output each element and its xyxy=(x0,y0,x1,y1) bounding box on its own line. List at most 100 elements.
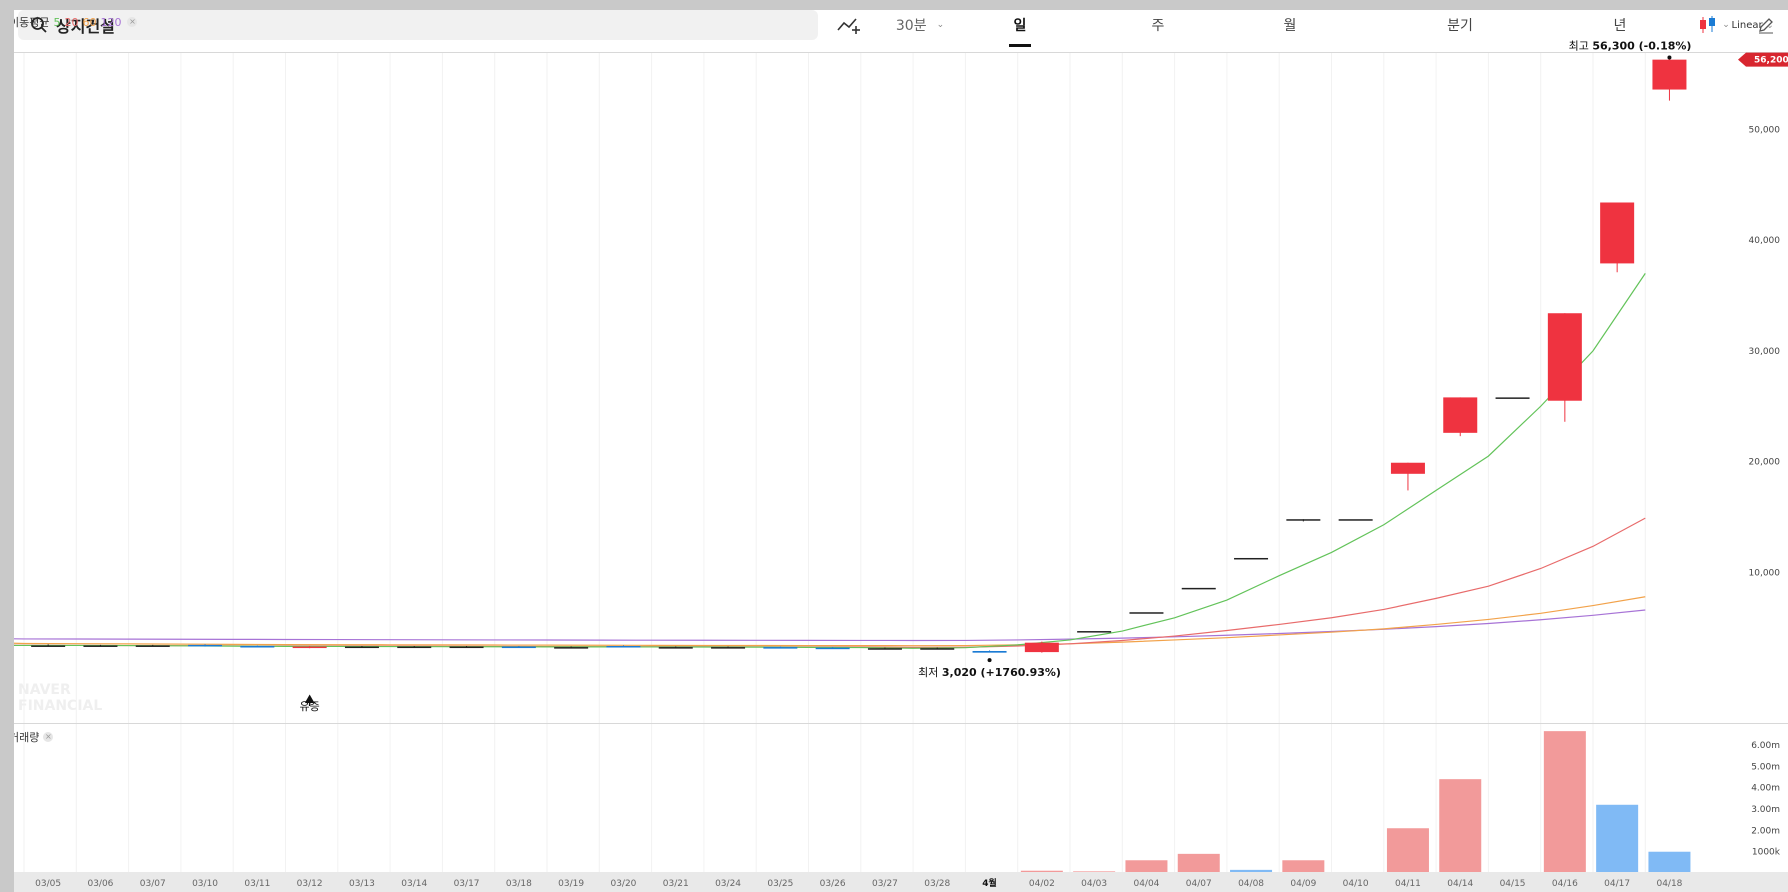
date-tick-label: 04/04 xyxy=(1133,879,1159,889)
date-axis: 03/05 03/06 03/07 03/10 03/11 03/12 03/13 03/14… xyxy=(14,872,1788,892)
watermark-naver: NAVER xyxy=(18,682,71,698)
candle-body xyxy=(1547,313,1582,401)
volume-legend[interactable]: 거래량 × xyxy=(14,729,54,745)
date-tick-label: 03/20 xyxy=(610,879,636,889)
date-tick-label: 03/18 xyxy=(506,879,532,889)
date-tick-label: 04/17 xyxy=(1604,879,1630,889)
volume-bar xyxy=(1073,871,1116,872)
volume-tick-label: 6.00m xyxy=(1751,741,1780,751)
candle-body xyxy=(606,646,641,648)
date-tick-label: 03/13 xyxy=(349,879,375,889)
volume-tick-label: 4.00m xyxy=(1751,784,1780,794)
candle-body xyxy=(1600,202,1635,264)
candle-body xyxy=(188,644,223,647)
date-tick-label: 04/18 xyxy=(1656,879,1682,889)
volume-bar xyxy=(1020,870,1063,872)
high-value: 56,300 (-0.18%) xyxy=(1592,40,1691,53)
ma5-line xyxy=(14,273,1646,649)
date-tick-label: 04/11 xyxy=(1395,879,1421,889)
volume-bar xyxy=(1386,828,1429,872)
date-tick-label: 03/07 xyxy=(140,879,166,889)
date-tick-label: 04/14 xyxy=(1447,879,1473,889)
window-frame: 상지건설 30분 ⌄ 일 주 월 분기 년 ⌄ 이동평균 5 20 60 120… xyxy=(0,0,1788,892)
candle-body xyxy=(397,646,432,649)
candle-body xyxy=(449,646,484,649)
price-tick-label: 20,000 xyxy=(1749,458,1781,468)
price-tick-label: 30,000 xyxy=(1749,347,1781,357)
date-tick-label: 03/11 xyxy=(244,879,270,889)
date-tick-label: 03/19 xyxy=(558,879,584,889)
candle-body xyxy=(815,647,850,650)
candle-body xyxy=(1077,631,1112,633)
candle-body xyxy=(292,646,327,649)
date-tick-label: 03/10 xyxy=(192,879,218,889)
date-tick-label: 03/27 xyxy=(872,879,898,889)
volume-bar xyxy=(1543,731,1586,872)
candle-body xyxy=(1390,462,1425,474)
candle-body xyxy=(1129,612,1164,614)
volume-bar xyxy=(1648,851,1691,872)
volume-bar xyxy=(1125,860,1168,872)
low-label: 최저 xyxy=(918,666,938,679)
volume-tick-label: 3.00m xyxy=(1751,805,1780,815)
date-tick-label: 03/12 xyxy=(297,879,323,889)
grid-lines xyxy=(23,53,1646,872)
moving-average-lines xyxy=(14,273,1646,649)
candle-body xyxy=(867,648,902,650)
candles xyxy=(31,58,1687,653)
ma60-line xyxy=(14,596,1646,647)
candle-body xyxy=(135,645,170,647)
ma120-line xyxy=(14,609,1646,642)
price-chart[interactable]: 50,000 40,000 30,000 20,000 10,000 6.00m 5.00… xyxy=(14,10,1788,892)
watermark-financial: FINANCIAL xyxy=(18,698,102,714)
volume-bar xyxy=(1439,779,1482,872)
candle-body xyxy=(344,646,379,649)
candle-body xyxy=(658,647,693,649)
date-tick-label: 04/15 xyxy=(1500,879,1526,889)
candle-body xyxy=(1286,519,1321,521)
candle-body xyxy=(1024,642,1059,653)
current-price-value: 56,200 xyxy=(1754,56,1788,66)
volume-tick-label: 5.00m xyxy=(1751,762,1780,772)
date-tick-label: 04/02 xyxy=(1029,879,1055,889)
volume-label: 거래량 xyxy=(14,731,40,744)
candle-body xyxy=(763,647,798,649)
date-tick-label: 03/05 xyxy=(35,879,61,889)
pane-divider[interactable] xyxy=(14,723,1788,724)
date-tick-label: 04/03 xyxy=(1081,879,1107,889)
annotations: NAVER FINANCIAL 최고 56,300 (-0.18%) 최저 3,… xyxy=(18,40,1788,714)
date-tick-label: 04/16 xyxy=(1552,879,1578,889)
volume-bar xyxy=(1596,804,1639,872)
candle-body xyxy=(1652,59,1687,90)
stock-chart-app: 상지건설 30분 ⌄ 일 주 월 분기 년 ⌄ 이동평균 5 20 60 120… xyxy=(14,10,1788,892)
price-tick-label: 40,000 xyxy=(1749,236,1781,246)
date-tick-label: 04/09 xyxy=(1290,879,1316,889)
volume-bar xyxy=(1282,860,1325,872)
low-marker xyxy=(987,658,992,663)
candle-body xyxy=(972,650,1007,653)
candle-body xyxy=(1338,519,1373,521)
volume-bar xyxy=(1230,869,1273,872)
low-value: 3,020 (+1760.93%) xyxy=(942,666,1061,679)
candle-body xyxy=(501,646,536,649)
high-label: 최고 xyxy=(1569,40,1589,53)
date-tick-label: 03/14 xyxy=(401,879,427,889)
candle-body xyxy=(554,647,589,649)
date-tick-label: 03/06 xyxy=(87,879,113,889)
close-icon[interactable]: × xyxy=(43,732,54,742)
low-price-annotation: 최저 3,020 (+1760.93%) xyxy=(918,666,1061,679)
candle-body xyxy=(920,648,955,650)
volume-tick-label: 1000k xyxy=(1752,848,1781,858)
candle-body xyxy=(240,646,275,648)
date-tick-label: 03/26 xyxy=(820,879,846,889)
price-tick-label: 10,000 xyxy=(1749,568,1781,578)
candle-body xyxy=(1443,397,1478,433)
date-tick-label: 04/08 xyxy=(1238,879,1264,889)
volume-bar xyxy=(1177,853,1220,872)
date-tick-label: 03/17 xyxy=(454,879,480,889)
date-tick-label: 03/21 xyxy=(663,879,689,889)
high-price-annotation: 최고 56,300 (-0.18%) xyxy=(1569,40,1692,53)
date-tick-label: 03/28 xyxy=(924,879,950,889)
date-tick-label: 04/10 xyxy=(1343,879,1369,889)
volume-tick-label: 2.00m xyxy=(1751,826,1780,836)
